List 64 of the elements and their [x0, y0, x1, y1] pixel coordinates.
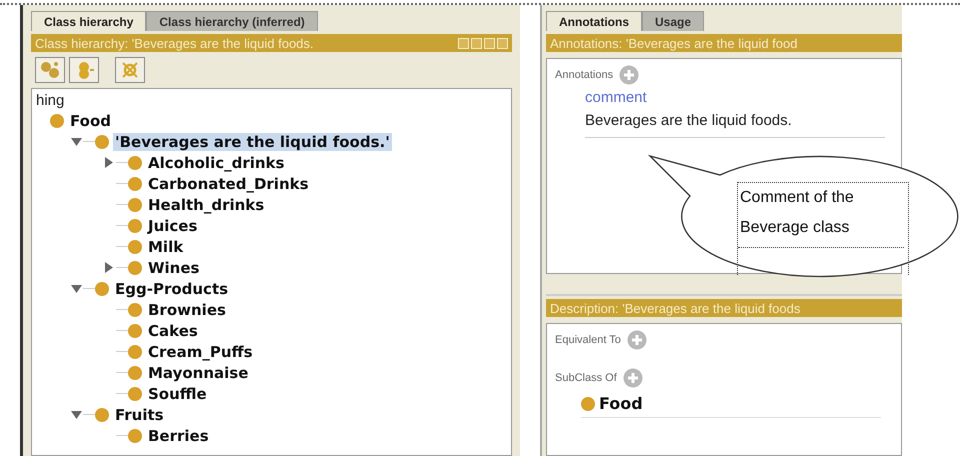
class-dot-icon — [128, 198, 142, 212]
add-icon[interactable] — [626, 330, 647, 350]
class-dot-icon — [95, 408, 109, 422]
class-dot-icon — [128, 366, 142, 380]
tab[interactable]: Annotations — [546, 11, 642, 31]
tree-item[interactable]: Brownies — [146, 300, 228, 318]
expanded-triangle-icon[interactable] — [70, 284, 82, 292]
tab[interactable]: Usage — [642, 11, 704, 31]
class-dot-icon — [128, 324, 142, 338]
tree-item[interactable]: Health_drinks — [146, 196, 266, 214]
property-name[interactable]: comment — [585, 89, 893, 106]
collapsed-triangle-icon[interactable] — [105, 157, 113, 168]
pane-control-icon[interactable] — [471, 38, 482, 48]
pane-control-icon[interactable] — [458, 38, 469, 48]
class-dot-icon — [95, 282, 109, 296]
collapsed-triangle-icon[interactable] — [105, 262, 113, 273]
tree-item[interactable]: Cream_Puffs — [146, 342, 255, 360]
add-icon[interactable] — [622, 368, 643, 388]
annotation-value: Beverages are the liquid foods. — [585, 112, 885, 138]
tree-item[interactable]: Mayonnaise — [146, 364, 250, 382]
tree-item[interactable]: Egg-Products — [113, 280, 230, 298]
section-label: SubClass Of — [555, 372, 617, 384]
class-dot-icon — [50, 114, 64, 128]
tree-item[interactable]: Fruits — [113, 406, 166, 424]
class-dot-icon — [128, 344, 142, 358]
toolbar-button[interactable] — [115, 57, 145, 83]
tree-item[interactable]: Food — [68, 112, 113, 130]
tree-item[interactable]: Milk — [146, 238, 186, 256]
class-dot-icon — [128, 176, 142, 190]
class-dot-icon — [128, 260, 142, 274]
tree-item[interactable]: Cakes — [146, 322, 200, 340]
tree-item[interactable]: Berries — [146, 426, 211, 444]
class-dot-icon — [128, 428, 142, 442]
class-name[interactable]: Food — [599, 394, 643, 413]
toolbar-button[interactable] — [35, 57, 65, 83]
toolbar-button[interactable] — [69, 57, 99, 83]
class-dot-icon — [128, 240, 142, 254]
class-action-icon — [39, 60, 61, 80]
pane-control-icon[interactable] — [497, 38, 508, 48]
class-dot-icon — [128, 218, 142, 232]
tab[interactable]: Class hierarchy — [31, 11, 146, 31]
class-dot-icon — [128, 156, 142, 170]
section-label: Equivalent To — [555, 334, 621, 346]
callout-text: Comment of the Beverage class — [738, 183, 904, 248]
tree-item[interactable]: 'Beverages are the liquid foods.' — [113, 132, 392, 150]
expanded-triangle-icon[interactable] — [70, 138, 82, 146]
add-icon[interactable] — [619, 65, 640, 85]
tab[interactable]: Class hierarchy (inferred) — [146, 11, 318, 31]
tree-item[interactable]: Alcoholic_drinks — [146, 154, 286, 172]
class-dot-icon — [128, 386, 142, 400]
header-title: Class hierarchy: 'Beverages are the liquid foods. — [35, 36, 315, 50]
tree-item[interactable]: hing — [36, 92, 64, 109]
pane-control-icon[interactable] — [484, 38, 495, 48]
tree-item[interactable]: Souffle — [146, 384, 209, 402]
class-dot-icon — [95, 134, 109, 148]
class-dot-icon — [581, 396, 595, 410]
expanded-triangle-icon[interactable] — [70, 410, 82, 418]
tree-item[interactable]: Carbonated_Drinks — [146, 174, 311, 192]
section-label: Annotations — [555, 69, 614, 81]
tree-item[interactable]: Juices — [146, 216, 200, 234]
header-title: Annotations: 'Beverages are the liquid food — [550, 36, 798, 50]
tree-item[interactable]: Wines — [146, 258, 202, 276]
class-dot-icon — [128, 302, 142, 316]
header-title: Description: 'Beverages are the liquid foods — [550, 300, 802, 316]
